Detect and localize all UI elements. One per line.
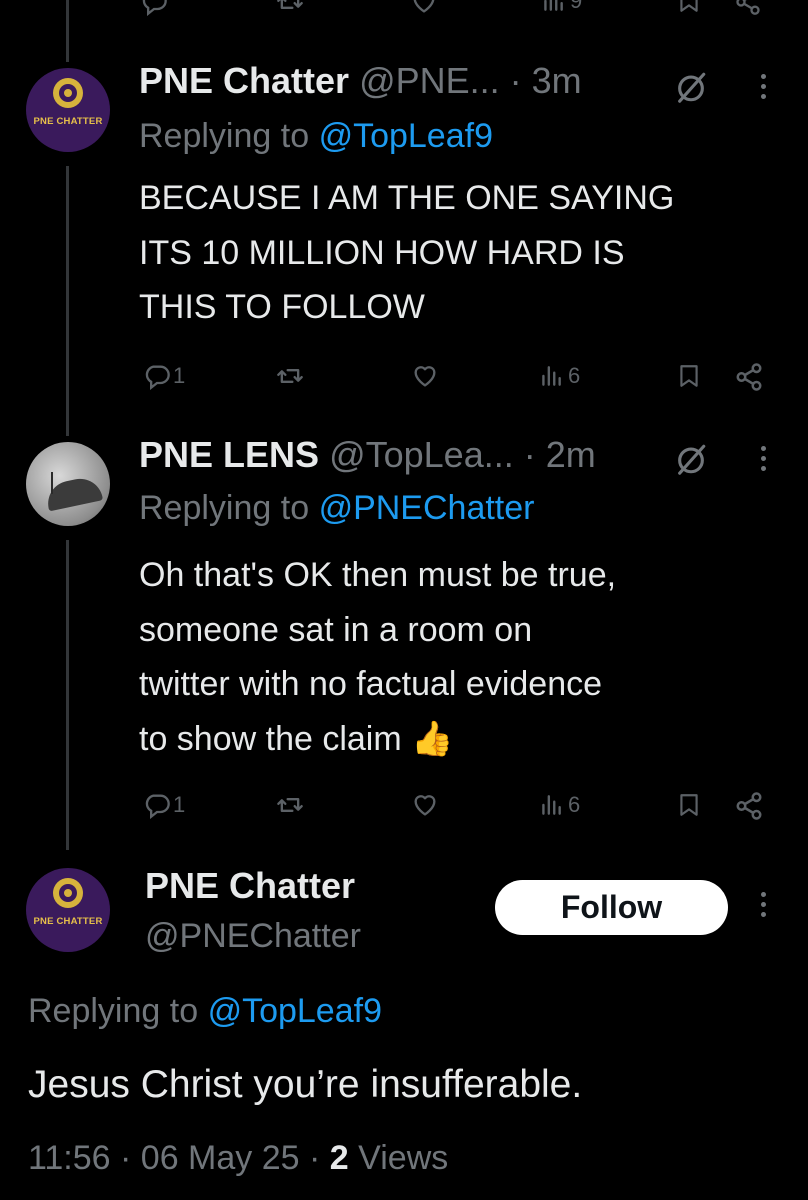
retweet-icon bbox=[276, 362, 304, 390]
text-line: to show the claim 👍 bbox=[139, 712, 616, 767]
text-line: Oh that's OK then must be true, bbox=[139, 556, 617, 594]
text-line: BECAUSE I AM THE ONE SAYING bbox=[139, 179, 675, 217]
mention-link[interactable]: @PNEChatter bbox=[319, 489, 535, 527]
avatar-label: PNE CHATTER bbox=[33, 916, 103, 927]
text-line: twitter with no factual evidence bbox=[139, 665, 603, 703]
text-line: someone sat in a room on bbox=[139, 610, 533, 649]
display-name[interactable]: PNE LENS bbox=[139, 434, 319, 475]
retweet-icon bbox=[276, 0, 304, 16]
tweet-header: PNE Chatter @PNE... · 3m bbox=[139, 60, 582, 102]
handle[interactable]: @TopLea... bbox=[329, 434, 514, 475]
separator: · bbox=[309, 1139, 321, 1177]
avatar[interactable]: PNE CHATTER bbox=[26, 68, 110, 152]
reply-button[interactable]: 1 bbox=[143, 791, 185, 819]
bookmark-icon bbox=[676, 791, 702, 819]
mention-link[interactable]: @TopLeaf9 bbox=[208, 992, 382, 1030]
display-name[interactable]: PNE Chatter bbox=[139, 60, 349, 101]
share-button[interactable] bbox=[734, 0, 762, 16]
text-line: ITS 10 MILLION HOW HARD IS bbox=[139, 233, 625, 272]
replying-prefix: Replying to bbox=[139, 117, 310, 155]
reply-icon bbox=[143, 791, 171, 819]
previous-tweet-actions: 9 bbox=[0, 0, 808, 18]
tweet-text: Jesus Christ you’re insufferable. bbox=[28, 1063, 583, 1106]
views-count: 2 bbox=[329, 1139, 349, 1177]
mention-link[interactable]: @TopLeaf9 bbox=[319, 117, 493, 155]
more-icon[interactable] bbox=[761, 446, 767, 476]
reply-icon bbox=[143, 362, 171, 390]
thread-connector bbox=[66, 166, 69, 436]
retweet-button[interactable] bbox=[276, 362, 304, 390]
handle[interactable]: @PNE... bbox=[359, 60, 500, 101]
bookmark-button[interactable] bbox=[676, 791, 702, 819]
views-icon bbox=[538, 791, 564, 819]
reply-icon bbox=[140, 0, 168, 16]
views-icon bbox=[538, 362, 564, 390]
share-icon bbox=[734, 0, 762, 16]
tweet-meta: 11:56 · 06 May 25 · 2 Views bbox=[28, 1139, 448, 1178]
like-icon bbox=[410, 0, 438, 16]
more-icon[interactable] bbox=[761, 74, 767, 104]
thread-connector bbox=[66, 540, 69, 850]
share-button[interactable] bbox=[734, 362, 764, 392]
replying-to: Replying to @TopLeaf9 bbox=[139, 117, 493, 156]
tweet-time[interactable]: 11:56 bbox=[28, 1139, 111, 1177]
share-button[interactable] bbox=[734, 791, 764, 821]
bookmark-button[interactable] bbox=[676, 362, 702, 390]
timestamp[interactable]: · 2m bbox=[524, 434, 596, 475]
grok-icon[interactable] bbox=[674, 70, 708, 104]
views-label: Views bbox=[358, 1139, 449, 1177]
text-line-content: to show the claim bbox=[139, 719, 402, 758]
avatar-label: PNE CHATTER bbox=[33, 116, 103, 127]
tweet-header: PNE LENS @TopLea... · 2m bbox=[139, 434, 596, 476]
avatar[interactable] bbox=[26, 442, 110, 526]
tweet-date[interactable]: 06 May 25 bbox=[141, 1139, 300, 1177]
replying-prefix: Replying to bbox=[139, 489, 310, 527]
reply-button[interactable]: 1 bbox=[143, 362, 185, 390]
club-logo-icon bbox=[53, 78, 83, 108]
bookmark-icon bbox=[676, 0, 702, 14]
reply-button[interactable] bbox=[140, 0, 168, 16]
reply-count: 1 bbox=[173, 792, 186, 817]
share-icon bbox=[734, 362, 764, 392]
avatar[interactable]: PNE CHATTER bbox=[26, 868, 110, 952]
share-icon bbox=[734, 791, 764, 821]
like-button[interactable] bbox=[410, 0, 438, 16]
reply-count: 1 bbox=[173, 363, 186, 388]
follow-button[interactable]: Follow bbox=[495, 880, 728, 935]
like-button[interactable] bbox=[410, 791, 440, 819]
tweet-text: BECAUSE I AM THE ONE SAYING ITS 10 MILLI… bbox=[139, 171, 674, 335]
retweet-button[interactable] bbox=[276, 0, 304, 16]
bookmark-button[interactable] bbox=[676, 0, 702, 14]
thumbs-up-emoji: 👍 bbox=[411, 719, 454, 758]
tweet-text: Oh that's OK then must be true, someone … bbox=[139, 548, 616, 766]
views-icon bbox=[540, 0, 566, 14]
views-count: 6 bbox=[568, 363, 581, 388]
timestamp[interactable]: · 3m bbox=[510, 60, 582, 101]
retweet-button[interactable] bbox=[276, 791, 304, 819]
club-logo-icon bbox=[53, 878, 83, 908]
like-icon bbox=[410, 791, 440, 819]
bookmark-icon bbox=[676, 362, 702, 390]
text-line: THIS TO FOLLOW bbox=[139, 288, 425, 326]
views-button[interactable]: 9 bbox=[540, 0, 582, 14]
separator: · bbox=[120, 1139, 132, 1177]
replying-to: Replying to @TopLeaf9 bbox=[28, 992, 382, 1031]
display-name[interactable]: PNE Chatter bbox=[145, 865, 355, 907]
grok-icon[interactable] bbox=[674, 442, 708, 476]
views-button[interactable]: 6 bbox=[538, 362, 580, 390]
replying-prefix: Replying to bbox=[28, 992, 199, 1030]
avatar-photo-detail bbox=[51, 472, 53, 494]
like-button[interactable] bbox=[410, 362, 440, 390]
like-icon bbox=[410, 362, 440, 390]
views-count: 9 bbox=[570, 0, 583, 13]
more-icon[interactable] bbox=[761, 892, 767, 922]
views-button[interactable]: 6 bbox=[538, 791, 580, 819]
views-count: 6 bbox=[568, 792, 581, 817]
handle[interactable]: @PNEChatter bbox=[145, 917, 361, 956]
retweet-icon bbox=[276, 791, 304, 819]
replying-to: Replying to @PNEChatter bbox=[139, 489, 534, 528]
